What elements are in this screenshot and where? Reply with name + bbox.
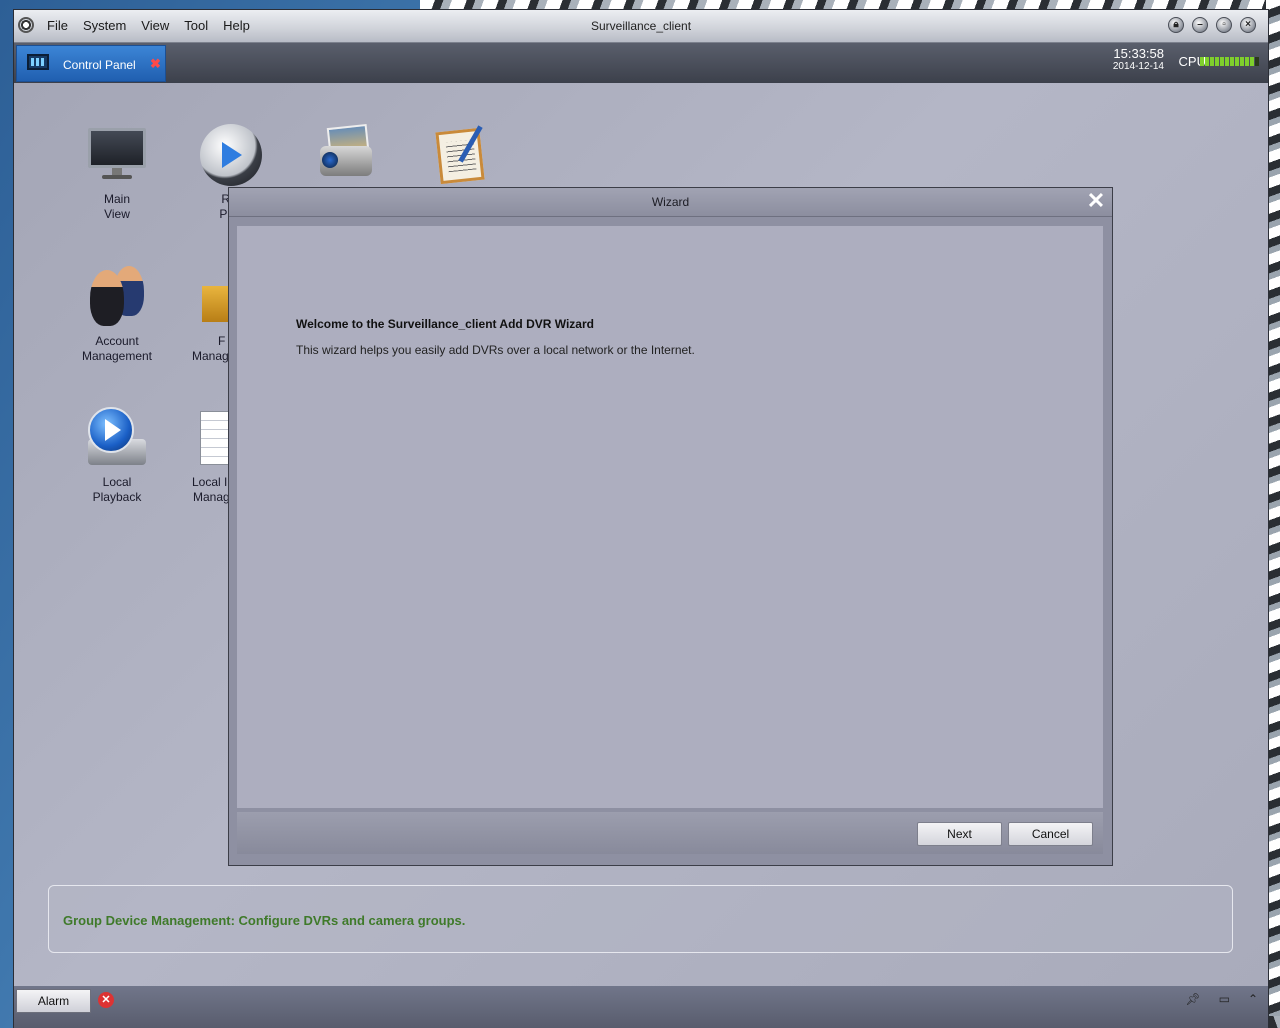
cpu-meter-segment (1240, 57, 1244, 66)
desktop-icon-account-management[interactable]: Account Management (72, 266, 162, 364)
tab-control-panel[interactable]: Control Panel ✖ (16, 45, 166, 82)
desktop-icon-label: Account Management (81, 334, 153, 363)
wizard-description: This wizard helps you easily add DVRs ov… (296, 343, 695, 357)
bottom-bar: Alarm ✕ 📌︎ ▭ ⌃ (14, 986, 1268, 1028)
wizard-close-icon[interactable]: ✕ (1086, 190, 1106, 212)
bottom-tray: 📌︎ ▭ ⌃ (1185, 992, 1258, 1006)
next-button[interactable]: Next (917, 822, 1002, 846)
wizard-footer: Next Cancel (237, 812, 1103, 854)
clock-time: 15:33:58 (1113, 46, 1164, 61)
cpu-meter-segment (1245, 57, 1249, 66)
desktop-icon-projector[interactable] (300, 123, 390, 186)
wizard-dialog: Wizard ✕ Welcome to the Surveillance_cli… (228, 187, 1113, 866)
remote-playback-icon (200, 124, 262, 186)
desktop-icon-label: Local Playback (92, 475, 142, 504)
title-bar: File System View Tool Help Surveillance_… (14, 10, 1268, 43)
window-icon[interactable]: ▭ (1219, 992, 1230, 1006)
play-disk-icon (86, 407, 148, 469)
alarm-button[interactable]: Alarm (16, 989, 91, 1013)
cpu-meter-segment (1255, 57, 1259, 66)
close-window-icon[interactable]: × (1240, 17, 1256, 33)
pin-icon[interactable]: 📌︎ (1185, 992, 1200, 1006)
monitor-icon (86, 124, 148, 186)
cpu-meter-segment (1250, 57, 1254, 66)
users-icon (86, 266, 148, 328)
tab-label: Control Panel (63, 58, 136, 72)
desktop-icon-label: Main View (103, 192, 130, 221)
lock-icon[interactable]: 🔒︎ (1168, 17, 1184, 33)
desktop-icon-main-view[interactable]: Main View (72, 124, 162, 222)
notepad-icon (428, 124, 490, 186)
clock-date: 2014-12-14 (1112, 61, 1164, 72)
wizard-body: Welcome to the Surveillance_client Add D… (237, 226, 1103, 808)
cpu-meter-segment (1205, 57, 1209, 66)
maximize-icon[interactable]: ▫ (1216, 17, 1232, 33)
clock: 15:33:58 2014-12-14 (1112, 46, 1164, 73)
window-title: Surveillance_client (590, 19, 692, 33)
minimize-icon[interactable]: – (1192, 17, 1208, 33)
tab-bar: Control Panel ✖ 15:33:58 2014-12-14 CPU (14, 43, 1268, 83)
cpu-meter-segment (1210, 57, 1214, 66)
projector-icon (314, 123, 376, 186)
window-controls: 🔒︎ – ▫ × (1168, 17, 1256, 33)
cpu-meter-segment (1230, 57, 1234, 66)
tab-close-icon[interactable]: ✖ (150, 56, 161, 72)
alarm-off-icon[interactable]: ✕ (98, 992, 114, 1008)
wizard-heading: Welcome to the Surveillance_client Add D… (296, 317, 594, 331)
cpu-meter-segment (1235, 57, 1239, 66)
cpu-meter-segment (1215, 57, 1219, 66)
wizard-title: Wizard (651, 195, 690, 209)
app-window: File System View Tool Help Surveillance_… (14, 10, 1268, 1028)
desktop-background-right (1266, 0, 1280, 1028)
status-panel: Group Device Management: Configure DVRs … (48, 885, 1233, 953)
status-text: Group Device Management: Configure DVRs … (63, 913, 466, 928)
wizard-title-bar: Wizard ✕ (229, 188, 1112, 217)
cpu-meter-segment (1225, 57, 1229, 66)
cpu-meter-segment (1200, 57, 1204, 66)
expand-up-icon[interactable]: ⌃ (1248, 992, 1258, 1006)
desktop-icon-notepad[interactable] (414, 124, 504, 186)
cpu-meter-segment (1220, 57, 1224, 66)
control-panel-icon (27, 54, 49, 70)
cpu-meter (1200, 57, 1260, 66)
cancel-button[interactable]: Cancel (1008, 822, 1093, 846)
desktop-icon-local-playback[interactable]: Local Playback (72, 407, 162, 505)
